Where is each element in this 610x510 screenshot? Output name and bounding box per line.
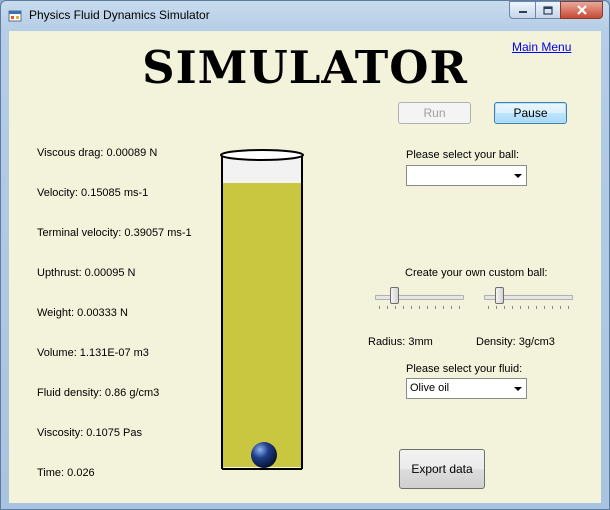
radius-value-label: Radius: 3mm [368, 336, 433, 348]
stat-fluid-density: Fluid density: 0.86 g/cm3 [37, 387, 160, 399]
app-icon [8, 10, 22, 22]
stat-viscous-drag: Viscous drag: 0.00089 N [37, 147, 158, 159]
run-button[interactable]: Run [398, 102, 471, 124]
ball-select-label: Please select your ball: [406, 149, 520, 161]
window-title: Physics Fluid Dynamics Simulator [29, 8, 210, 22]
chevron-down-icon [514, 387, 522, 391]
stat-terminal-velocity: Terminal velocity: 0.39057 ms-1 [37, 227, 192, 239]
app-window: Physics Fluid Dynamics Simulator Main Me… [0, 0, 610, 510]
radius-slider-track [375, 295, 464, 300]
tube-fluid [222, 183, 302, 467]
radius-slider[interactable] [375, 285, 464, 309]
fluid-select-label: Please select your fluid: [406, 363, 523, 375]
radius-slider-thumb[interactable] [390, 287, 399, 304]
density-value-label: Density: 3g/cm3 [476, 336, 555, 348]
radius-slider-ticks [379, 306, 460, 309]
stat-upthrust: Upthrust: 0.00095 N [37, 267, 136, 279]
export-data-button[interactable]: Export data [399, 449, 485, 489]
minimize-icon [518, 11, 527, 13]
close-button[interactable] [560, 1, 603, 19]
pause-button[interactable]: Pause [494, 102, 567, 124]
density-slider-ticks [488, 306, 569, 309]
fluid-select-value: Olive oil [410, 382, 450, 394]
title-bar[interactable]: Physics Fluid Dynamics Simulator [1, 1, 609, 31]
minimize-button[interactable] [509, 1, 535, 19]
density-slider[interactable] [484, 285, 573, 309]
maximize-button[interactable] [535, 1, 560, 19]
stat-volume: Volume: 1.131E-07 m3 [37, 347, 149, 359]
page-title: SIMULATOR [142, 41, 468, 94]
stat-viscosity: Viscosity: 0.1075 Pas [37, 427, 142, 439]
density-slider-thumb[interactable] [495, 287, 504, 304]
tube-rim [220, 149, 304, 161]
stat-weight: Weight: 0.00333 N [37, 307, 128, 319]
fluid-tube [220, 149, 304, 470]
stat-velocity: Velocity: 0.15085 ms-1 [37, 187, 149, 199]
fluid-select[interactable]: Olive oil [406, 378, 527, 399]
caption-buttons [509, 1, 603, 21]
close-icon [576, 5, 587, 15]
chevron-down-icon [514, 174, 522, 178]
client-area: Main Menu SIMULATOR Run Pause Viscous dr… [9, 31, 601, 503]
maximize-icon [543, 5, 553, 15]
stat-time: Time: 0.026 [37, 467, 95, 479]
ball-select[interactable] [406, 165, 527, 186]
custom-ball-label: Create your own custom ball: [405, 267, 548, 279]
ball [251, 442, 277, 468]
